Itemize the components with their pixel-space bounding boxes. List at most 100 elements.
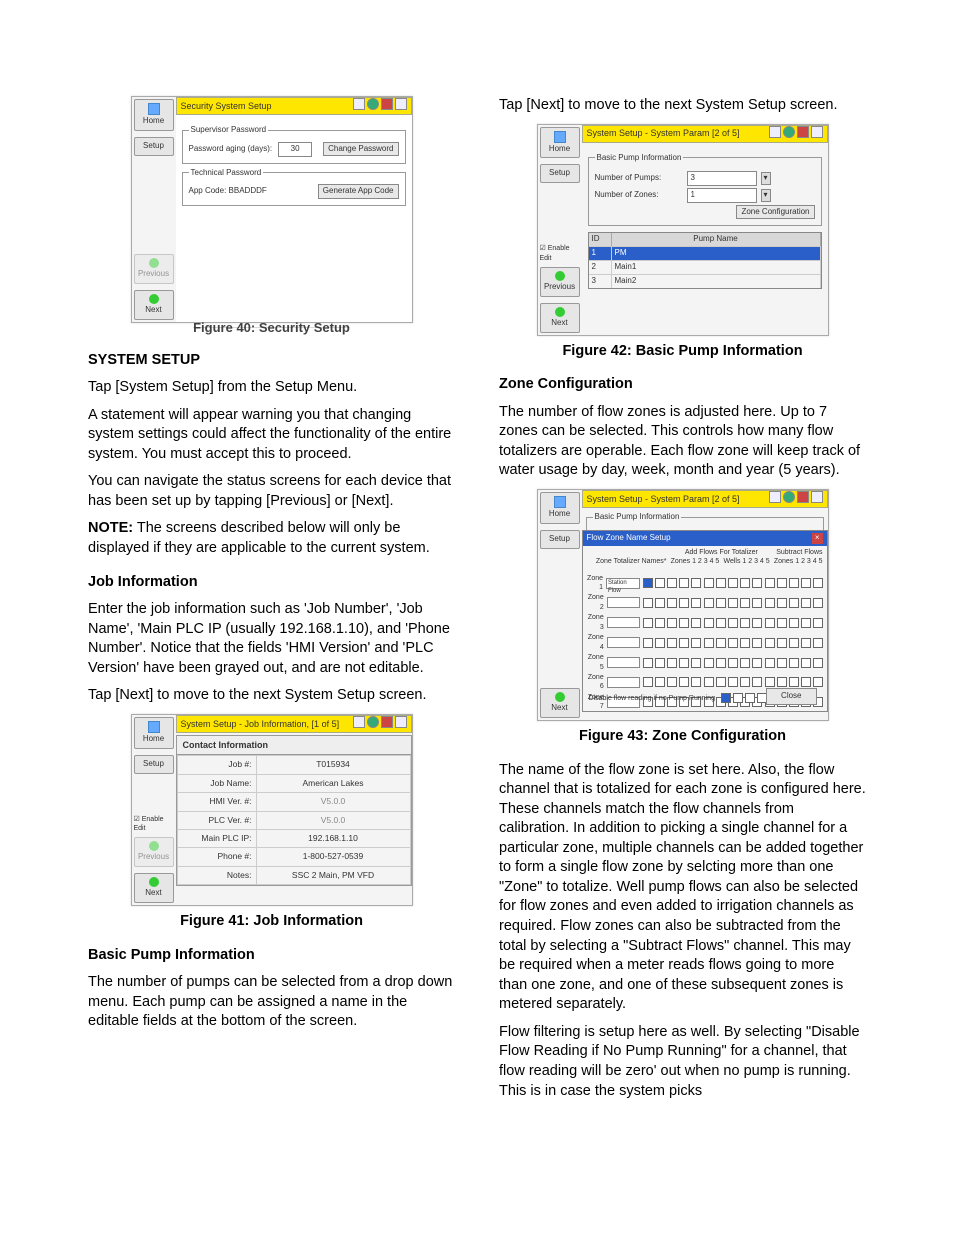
zone-checkbox[interactable] [667, 677, 677, 687]
zone-checkbox[interactable] [643, 578, 653, 588]
generate-app-code-button[interactable]: Generate App Code [318, 184, 399, 198]
next-button[interactable]: Next [540, 303, 580, 333]
zone-checkbox[interactable] [777, 598, 787, 608]
zone-checkbox[interactable] [728, 658, 738, 668]
zone-checkbox[interactable] [813, 658, 823, 668]
zone-checkbox[interactable] [643, 618, 653, 628]
zone-checkbox[interactable] [789, 578, 799, 588]
zone-checkbox[interactable] [643, 638, 653, 648]
setup-button[interactable]: Setup [540, 164, 580, 183]
zone-checkbox[interactable] [813, 578, 823, 588]
previous-button[interactable]: Previous [540, 267, 580, 297]
zone-name-input[interactable] [607, 677, 640, 688]
zone-checkbox[interactable] [752, 677, 762, 687]
zone-checkbox[interactable] [752, 598, 762, 608]
zone-checkbox[interactable] [765, 598, 775, 608]
disable-flow-checkbox[interactable] [745, 693, 755, 703]
zone-checkbox[interactable] [704, 578, 714, 588]
zone-checkbox[interactable] [716, 598, 726, 608]
home-button[interactable]: Home [134, 99, 174, 131]
zone-checkbox[interactable] [643, 598, 653, 608]
table-row[interactable]: 2Main1 [589, 260, 821, 274]
previous-button[interactable]: Previous [134, 254, 174, 284]
chevron-down-icon[interactable]: ▾ [761, 172, 771, 185]
zone-checkbox[interactable] [716, 638, 726, 648]
zone-checkbox[interactable] [716, 618, 726, 628]
zone-checkbox[interactable] [813, 598, 823, 608]
zone-checkbox[interactable] [777, 618, 787, 628]
zone-checkbox[interactable] [704, 658, 714, 668]
previous-button[interactable]: Previous [134, 837, 174, 867]
num-pumps-select[interactable]: 3 [687, 171, 757, 186]
next-button[interactable]: Next [134, 290, 174, 320]
zone-checkbox[interactable] [704, 618, 714, 628]
zone-checkbox[interactable] [740, 658, 750, 668]
zone-checkbox[interactable] [777, 638, 787, 648]
enable-edit-checkbox[interactable]: ☑ Enable Edit [538, 244, 582, 263]
home-button[interactable]: Home [540, 127, 580, 159]
disable-flow-checkbox[interactable] [733, 693, 743, 703]
zone-name-input[interactable] [607, 597, 640, 608]
zone-checkbox[interactable] [691, 578, 701, 588]
zone-checkbox[interactable] [691, 658, 701, 668]
setup-button[interactable]: Setup [134, 755, 174, 774]
zone-checkbox[interactable] [777, 578, 787, 588]
close-icon[interactable]: × [812, 533, 823, 544]
num-zones-select[interactable]: 1 [687, 188, 757, 203]
zone-checkbox[interactable] [813, 638, 823, 648]
zone-name-input[interactable] [607, 657, 640, 668]
zone-checkbox[interactable] [704, 677, 714, 687]
zone-checkbox[interactable] [801, 638, 811, 648]
zone-checkbox[interactable] [801, 677, 811, 687]
zone-checkbox[interactable] [655, 638, 665, 648]
zone-checkbox[interactable] [655, 677, 665, 687]
zone-checkbox[interactable] [728, 638, 738, 648]
zone-checkbox[interactable] [728, 618, 738, 628]
pw-aging-input[interactable]: 30 [278, 142, 312, 157]
zone-checkbox[interactable] [655, 598, 665, 608]
zone-name-input[interactable] [607, 617, 640, 628]
zone-checkbox[interactable] [801, 578, 811, 588]
job-num-value[interactable]: T015934 [256, 756, 410, 774]
table-row[interactable]: 1PM [589, 246, 821, 260]
next-button[interactable]: Next [134, 873, 174, 903]
zone-checkbox[interactable] [740, 677, 750, 687]
zone-checkbox[interactable] [813, 618, 823, 628]
chevron-down-icon[interactable]: ▾ [761, 189, 771, 202]
table-row[interactable]: 3Main2 [589, 274, 821, 288]
zone-checkbox[interactable] [679, 638, 689, 648]
setup-button[interactable]: Setup [134, 137, 174, 156]
zone-checkbox[interactable] [728, 578, 738, 588]
zone-checkbox[interactable] [740, 598, 750, 608]
zone-checkbox[interactable] [691, 638, 701, 648]
zone-checkbox[interactable] [752, 618, 762, 628]
zone-checkbox[interactable] [752, 578, 762, 588]
zone-checkbox[interactable] [679, 618, 689, 628]
zone-checkbox[interactable] [716, 658, 726, 668]
zone-checkbox[interactable] [765, 578, 775, 588]
enable-edit-checkbox[interactable]: ☑ Enable Edit [132, 815, 176, 834]
zone-checkbox[interactable] [765, 658, 775, 668]
zone-config-button[interactable]: Zone Configuration [736, 205, 814, 219]
zone-checkbox[interactable] [667, 598, 677, 608]
zone-checkbox[interactable] [777, 658, 787, 668]
zone-checkbox[interactable] [716, 677, 726, 687]
zone-checkbox[interactable] [691, 618, 701, 628]
zone-checkbox[interactable] [667, 578, 677, 588]
zone-name-input[interactable] [607, 637, 640, 648]
zone-checkbox[interactable] [643, 677, 653, 687]
zone-checkbox[interactable] [789, 658, 799, 668]
zone-checkbox[interactable] [667, 618, 677, 628]
zone-checkbox[interactable] [765, 638, 775, 648]
plc-ip-value[interactable]: 192.168.1.10 [256, 830, 410, 848]
zone-checkbox[interactable] [752, 638, 762, 648]
job-name-value[interactable]: American Lakes [256, 774, 410, 792]
zone-checkbox[interactable] [740, 638, 750, 648]
zone-checkbox[interactable] [667, 658, 677, 668]
next-button[interactable]: Next [540, 688, 580, 718]
disable-flow-checkbox[interactable] [721, 693, 731, 703]
zone-checkbox[interactable] [679, 677, 689, 687]
zone-checkbox[interactable] [728, 598, 738, 608]
zone-checkbox[interactable] [655, 658, 665, 668]
zone-name-input[interactable]: Station Flow [606, 578, 639, 589]
